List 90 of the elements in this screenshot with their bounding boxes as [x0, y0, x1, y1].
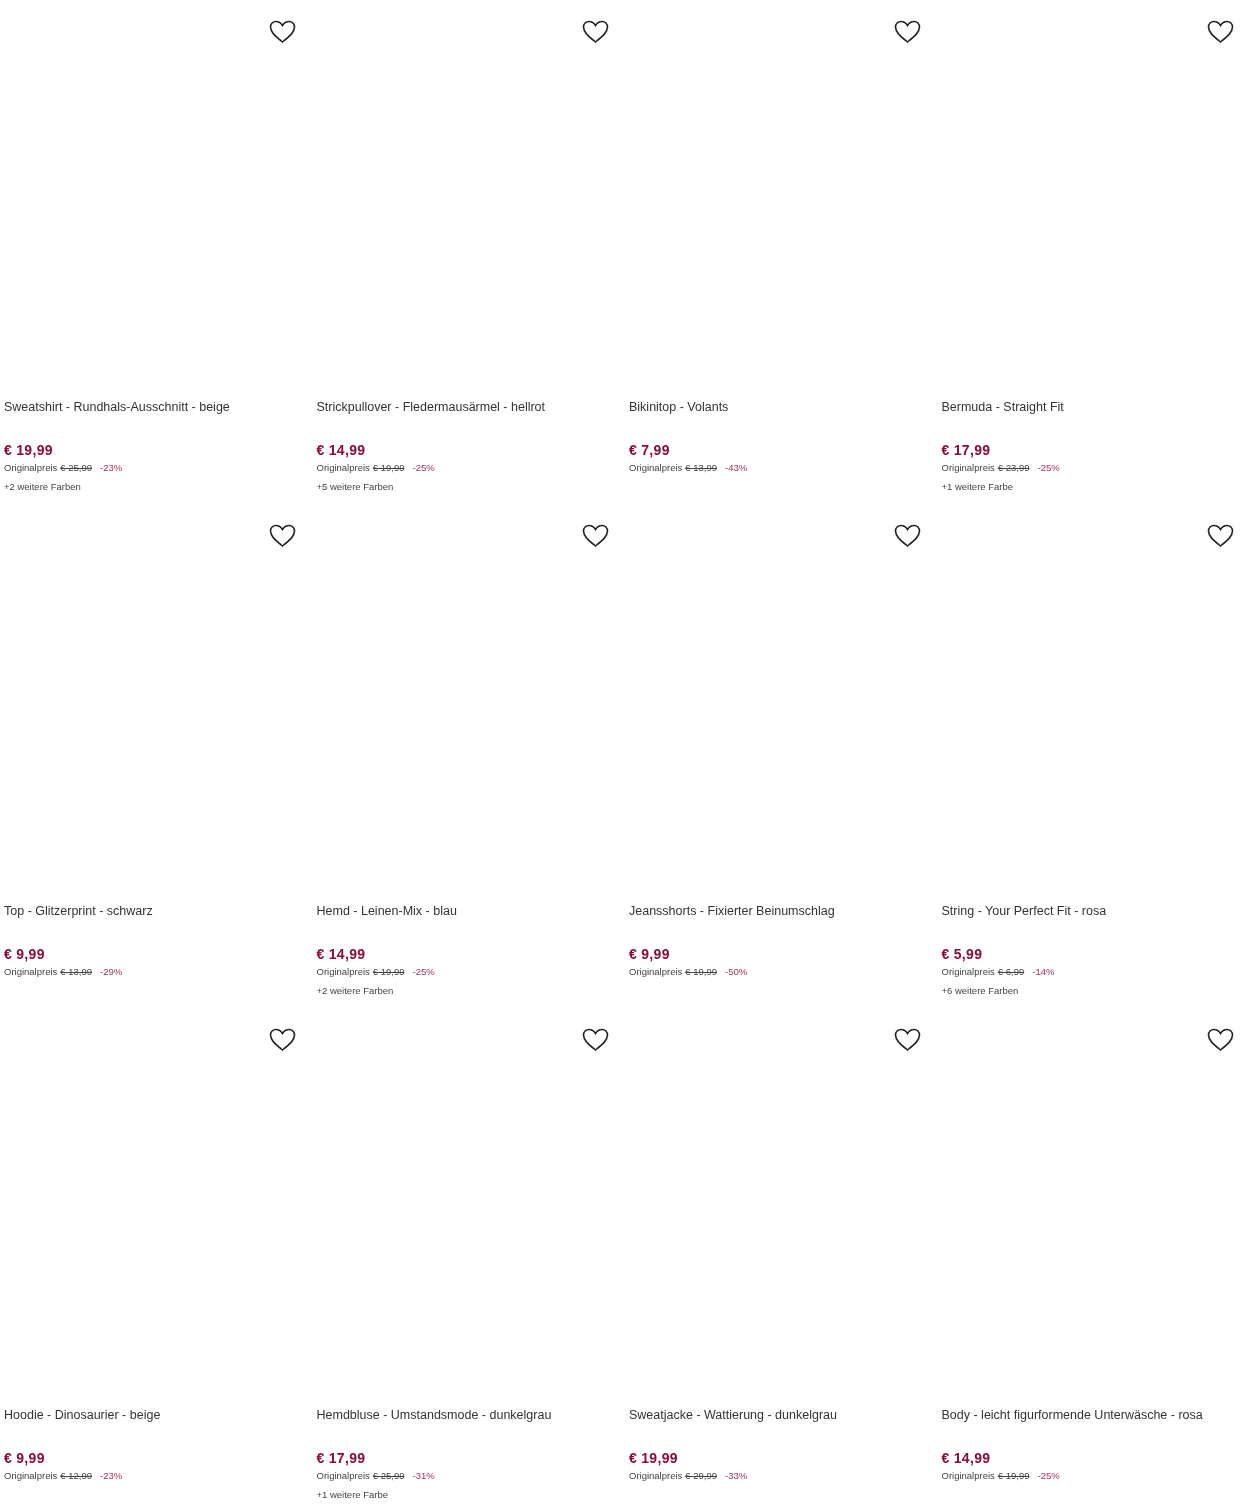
- wishlist-button[interactable]: [268, 1026, 297, 1054]
- discount: -23%: [100, 1470, 123, 1481]
- heart-icon: [581, 1028, 609, 1052]
- more-colors-link[interactable]: +6 weitere Farben: [941, 985, 1246, 996]
- heart-icon: [1206, 20, 1234, 44]
- product-title[interactable]: Jeansshorts - Fixierter Beinumschlag: [629, 904, 934, 946]
- original-price-label: Originalpreis: [4, 1470, 58, 1481]
- original-price: € 25,99: [372, 1470, 405, 1481]
- sale-price: € 14,99: [316, 946, 367, 962]
- discount: -31%: [412, 1470, 435, 1481]
- heart-icon: [894, 1028, 921, 1052]
- wishlist-button[interactable]: [893, 1026, 922, 1054]
- original-price: € 13,99: [60, 966, 93, 977]
- original-price-label: Originalpreis: [629, 1470, 683, 1481]
- wishlist-button[interactable]: [1206, 1026, 1234, 1054]
- product-title[interactable]: Sweatjacke - Wattierung - dunkelgrau: [629, 1408, 934, 1450]
- sale-price: € 7,99: [629, 442, 671, 458]
- wishlist-button[interactable]: [581, 18, 609, 46]
- original-price-label: Originalpreis: [941, 966, 995, 977]
- discount: -23%: [100, 462, 123, 473]
- product-title[interactable]: Bermuda - Straight Fit: [941, 400, 1246, 442]
- heart-icon: [1206, 1028, 1234, 1052]
- heart-icon: [581, 20, 609, 44]
- discount: -50%: [725, 966, 748, 977]
- original-price: € 6,99: [997, 966, 1025, 977]
- discount: -25%: [1037, 462, 1060, 473]
- sale-price: € 17,99: [316, 1450, 367, 1466]
- original-price: € 13,99: [685, 462, 718, 473]
- wishlist-button[interactable]: [1206, 18, 1234, 46]
- heart-icon: [1206, 524, 1234, 548]
- wishlist-button[interactable]: [268, 18, 297, 46]
- more-colors-link[interactable]: +5 weitere Farben: [316, 481, 621, 492]
- product-title[interactable]: Top - Glitzerprint - schwarz: [4, 904, 309, 946]
- product-title[interactable]: Hoodie - Dinosaurier - beige: [4, 1408, 309, 1450]
- original-price: € 19,99: [685, 966, 718, 977]
- heart-icon: [581, 524, 609, 548]
- original-price-label: Originalpreis: [941, 1470, 995, 1481]
- original-price-label: Originalpreis: [4, 966, 58, 977]
- sale-price: € 5,99: [941, 946, 984, 962]
- product-title[interactable]: Body - leicht figurformende Unterwäsche - rosa: [941, 1408, 1246, 1450]
- product-title[interactable]: Hemdbluse - Umstandsmode - dunkelgrau: [316, 1408, 621, 1450]
- original-price-label: Originalpreis: [316, 1470, 370, 1481]
- wishlist-button[interactable]: [268, 522, 297, 550]
- original-price: € 19,99: [372, 966, 405, 977]
- discount: -25%: [1037, 1470, 1060, 1481]
- original-price-label: Originalpreis: [316, 966, 370, 977]
- more-colors-link[interactable]: +1 weitere Farbe: [941, 481, 1246, 492]
- wishlist-button[interactable]: [893, 18, 922, 46]
- sale-price: € 9,99: [629, 946, 671, 962]
- original-price: € 19,99: [372, 462, 405, 473]
- more-colors-link[interactable]: +2 weitere Farben: [316, 985, 621, 996]
- sale-price: € 9,99: [4, 1450, 46, 1466]
- heart-icon: [269, 1028, 296, 1052]
- heart-icon: [269, 524, 296, 548]
- heart-icon: [894, 20, 921, 44]
- discount: -14%: [1032, 966, 1055, 977]
- original-price-label: Originalpreis: [4, 462, 58, 473]
- original-price-label: Originalpreis: [629, 462, 683, 473]
- original-price: € 19,99: [997, 1470, 1030, 1481]
- discount: -43%: [725, 462, 748, 473]
- discount: -33%: [725, 1470, 748, 1481]
- discount: -25%: [412, 966, 435, 977]
- wishlist-button[interactable]: [1206, 522, 1234, 550]
- sale-price: € 17,99: [941, 442, 992, 458]
- product-title[interactable]: Bikinitop - Volants: [629, 400, 934, 442]
- discount: -29%: [100, 966, 123, 977]
- wishlist-button[interactable]: [581, 522, 609, 550]
- product-title[interactable]: Strickpullover - Fledermausärmel - hellrot: [316, 400, 621, 442]
- original-price: € 29,99: [685, 1470, 718, 1481]
- sale-price: € 14,99: [941, 1450, 992, 1466]
- original-price: € 25,99: [60, 462, 93, 473]
- sale-price: € 9,99: [4, 946, 46, 962]
- original-price: € 23,99: [997, 462, 1030, 473]
- more-colors-link[interactable]: +2 weitere Farben: [4, 481, 309, 492]
- product-title[interactable]: Hemd - Leinen-Mix - blau: [316, 904, 621, 946]
- discount: -25%: [412, 462, 435, 473]
- more-colors-link[interactable]: +1 weitere Farbe: [316, 1489, 621, 1500]
- heart-icon: [269, 20, 296, 44]
- product-title[interactable]: String - Your Perfect Fit - rosa: [941, 904, 1246, 946]
- heart-icon: [894, 524, 921, 548]
- wishlist-button[interactable]: [893, 522, 922, 550]
- original-price-label: Originalpreis: [629, 966, 683, 977]
- wishlist-button[interactable]: [581, 1026, 609, 1054]
- sale-price: € 19,99: [629, 1450, 679, 1466]
- original-price: € 12,99: [60, 1470, 93, 1481]
- sale-price: € 14,99: [316, 442, 367, 458]
- original-price-label: Originalpreis: [316, 462, 370, 473]
- original-price-label: Originalpreis: [941, 462, 995, 473]
- product-title[interactable]: Sweatshirt - Rundhals-Ausschnitt - beige: [4, 400, 309, 442]
- sale-price: € 19,99: [4, 442, 54, 458]
